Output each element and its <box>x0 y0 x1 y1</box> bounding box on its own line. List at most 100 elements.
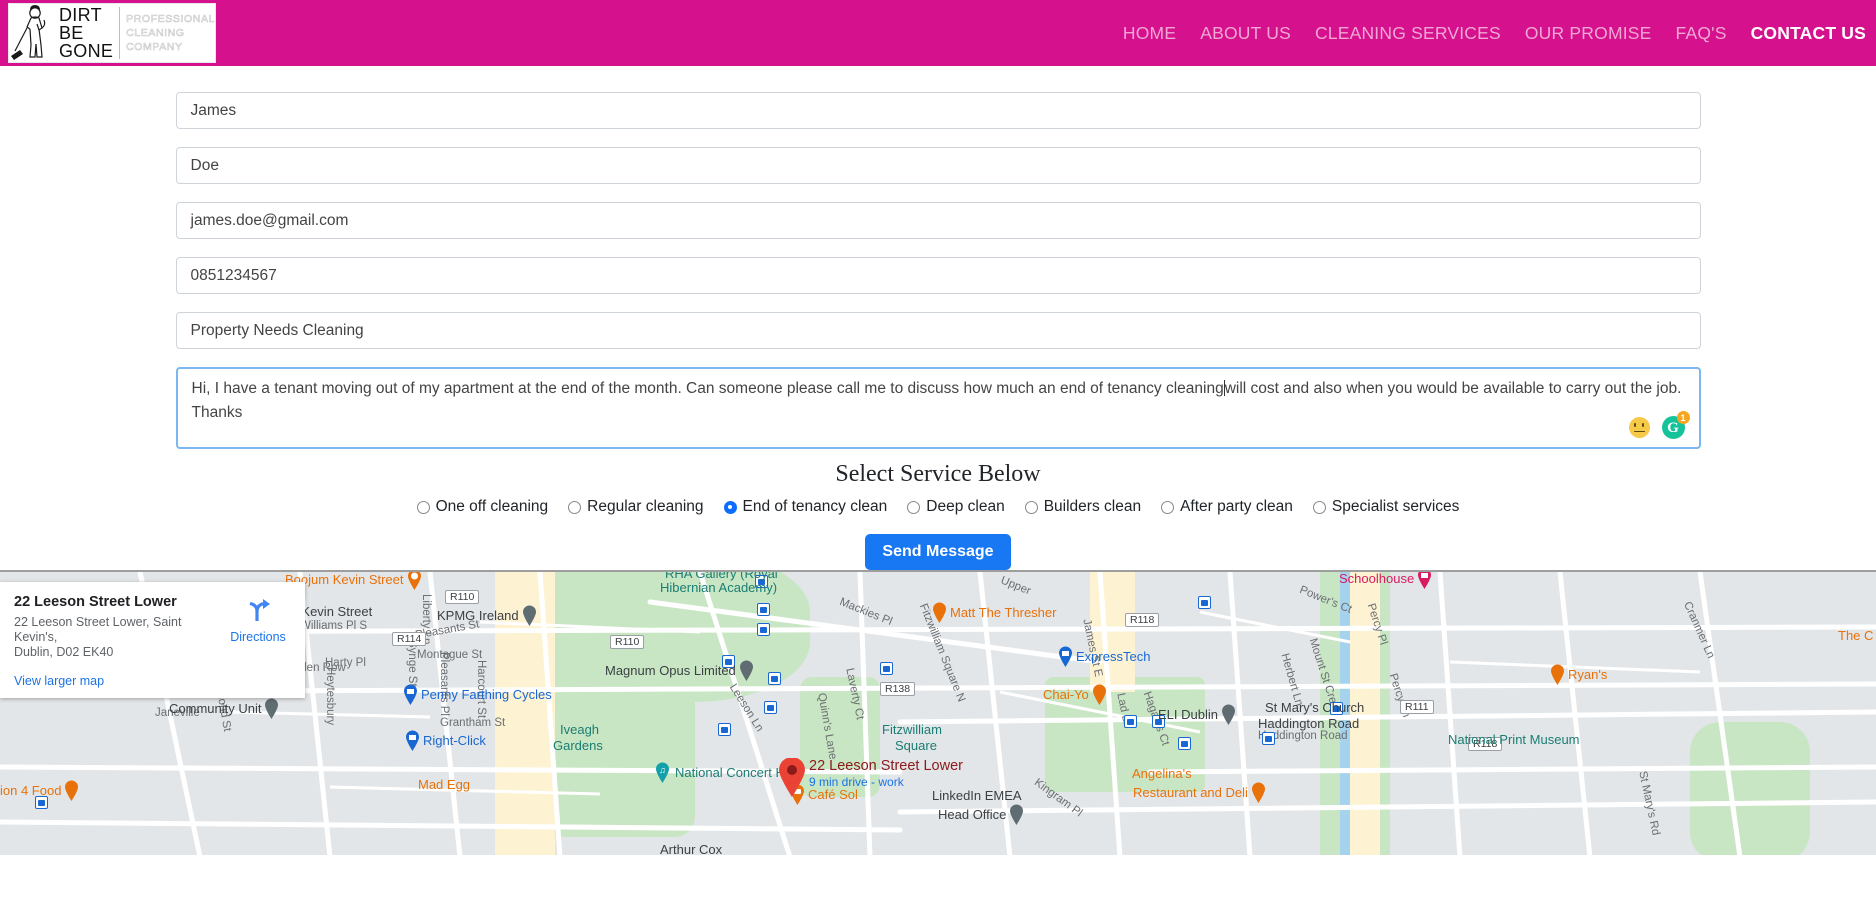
road-shield-r114: R114 <box>392 632 427 646</box>
road-shield-r111: R111 <box>1400 700 1434 714</box>
place-pin-icon <box>522 605 537 626</box>
bus-stop-icon <box>718 723 731 736</box>
service-option-one-off-cleaning[interactable]: One off cleaning <box>416 498 548 516</box>
nav-item-cleaning-services[interactable]: CLEANING SERVICES <box>1315 23 1501 44</box>
poi-national-print-museum[interactable]: National Print Museum <box>1448 732 1580 747</box>
service-label-end-of-tenancy-clean: End of tenancy clean <box>742 498 888 515</box>
poi-st-marys-church-line2[interactable]: Haddington Road <box>1258 716 1359 731</box>
poi-rha-gallery-line2[interactable]: Hibernian Academy) <box>660 580 777 595</box>
nav-item-faqs[interactable]: FAQ'S <box>1676 23 1727 44</box>
radio-regular-cleaning[interactable] <box>568 500 582 514</box>
nav-item-our-promise[interactable]: OUR PROMISE <box>1525 23 1652 44</box>
poi-label: Fitzwilliam <box>882 722 942 737</box>
service-option-deep-clean[interactable]: Deep clean <box>907 498 1005 516</box>
poi-fitzwilliam-square-line2[interactable]: Square <box>895 738 937 753</box>
service-option-after-party-clean[interactable]: After party clean <box>1161 498 1293 516</box>
poi-right-click[interactable]: Right-Click <box>405 730 486 751</box>
destination-subtitle: 9 min drive - work <box>809 775 904 789</box>
view-larger-map-link[interactable]: View larger map <box>14 674 225 688</box>
poi-label: Magnum Opus Limited <box>605 663 736 678</box>
service-option-specialist-services[interactable]: Specialist services <box>1312 498 1460 516</box>
logo-tagline-3: COMPANY <box>126 41 183 54</box>
service-label-regular-cleaning: Regular cleaning <box>587 498 704 515</box>
radio-builders-clean[interactable] <box>1024 500 1038 514</box>
radio-end-of-tenancy-clean[interactable] <box>723 500 737 514</box>
poi-boojum-kevin-street[interactable]: Boojum Kevin Street <box>285 572 422 590</box>
poi-the-c[interactable]: The C <box>1838 628 1873 643</box>
store-pin-icon <box>1058 646 1073 667</box>
poi-angelinas-line1[interactable]: Angelina's <box>1132 766 1192 781</box>
nav-item-contact-us[interactable]: CONTACT US <box>1751 23 1866 44</box>
first-name-input[interactable]: James <box>175 92 1701 129</box>
poi-national-concert-hall[interactable]: ♫ National Concert Hall <box>655 762 798 783</box>
poi-label: Angelina's <box>1132 766 1192 781</box>
bus-stop-icon <box>1198 596 1211 609</box>
nav-item-about-us[interactable]: ABOUT US <box>1200 23 1291 44</box>
poi-label: ExpressTech <box>1076 649 1151 664</box>
place-pin-icon <box>739 660 754 681</box>
service-option-end-of-tenancy-clean[interactable]: End of tenancy clean <box>723 498 888 516</box>
service-label-specialist-services: Specialist services <box>1331 498 1460 515</box>
poi-angelinas-line2[interactable]: Restaurant and Deli <box>1133 782 1266 803</box>
poi-st-marys-church-line1[interactable]: St Mary's Church <box>1265 700 1364 715</box>
destination-marker-label: 22 Leeson Street Lower 9 min drive - wor… <box>809 758 963 789</box>
poi-the-meath-line2[interactable]: Community Unit <box>169 698 279 719</box>
poi-matt-the-thresher[interactable]: Matt The Thresher <box>932 602 1056 623</box>
poi-label: Square <box>895 738 937 753</box>
street-williams-pl-s: Williams Pl S <box>300 620 368 632</box>
poi-penny-farthing-cycles[interactable]: Penny Farthing Cycles <box>403 684 552 705</box>
poi-label: Matt The Thresher <box>950 605 1057 620</box>
poi-expresstech[interactable]: ExpressTech <box>1058 646 1150 667</box>
poi-iveagh-gardens-line1[interactable]: Iveagh <box>560 722 599 737</box>
map-card-directions[interactable]: Directions <box>225 594 291 688</box>
poi-label: National Print Museum <box>1448 732 1580 747</box>
service-option-regular-cleaning[interactable]: Regular cleaning <box>568 498 704 516</box>
grammarly-widget[interactable]: G 1 <box>1661 411 1690 439</box>
radio-deep-clean[interactable] <box>907 500 921 514</box>
poi-label: Right-Click <box>423 733 486 748</box>
poi-kpmg-ireland[interactable]: KPMG Ireland <box>437 605 537 626</box>
poi-label: ion 4 Food <box>0 783 62 798</box>
destination-marker[interactable]: 22 Leeson Street Lower 9 min drive - wor… <box>778 758 963 798</box>
poi-ion-4-food[interactable]: ion 4 Food <box>0 780 79 801</box>
svg-text:♫: ♫ <box>659 765 666 775</box>
last-name-input[interactable]: Doe <box>175 147 1701 184</box>
map-card-info: 22 Leeson Street Lower 22 Leeson Street … <box>14 594 225 688</box>
poi-magnum-opus-limited[interactable]: Magnum Opus Limited <box>605 660 754 681</box>
poi-linkedin-emea-line2[interactable]: Head Office <box>938 804 1024 825</box>
radio-specialist-services[interactable] <box>1312 500 1326 514</box>
logo-wordmark: DIRT BE GONE <box>57 6 113 60</box>
street-synge-st: Synge St <box>406 640 418 687</box>
restaurant-pin-icon <box>1092 684 1107 705</box>
poi-fitzwilliam-square-line1[interactable]: Fitzwilliam <box>882 722 942 737</box>
message-textarea[interactable]: Hi, I have a tenant moving out of my apa… <box>175 367 1701 449</box>
poi-mad-egg[interactable]: Mad Egg <box>418 777 470 792</box>
submit-row: Send Message <box>0 534 1876 570</box>
bus-stop-icon <box>880 662 893 675</box>
bus-stop-icon <box>768 672 781 685</box>
poi-iveagh-gardens-line2[interactable]: Gardens <box>553 738 603 753</box>
bus-stop-icon <box>757 623 770 636</box>
subject-row: Property Needs Cleaning <box>0 312 1876 349</box>
street-grantham-st: Grantham St <box>440 717 506 729</box>
subject-input[interactable]: Property Needs Cleaning <box>175 312 1701 349</box>
phone-input[interactable]: 0851234567 <box>175 257 1701 294</box>
send-message-button[interactable]: Send Message <box>865 534 1011 570</box>
google-map[interactable]: 22 Leeson Street Lower 22 Leeson Street … <box>0 570 1876 855</box>
poi-chai-yo[interactable]: Chai-Yo <box>1043 684 1107 705</box>
email-input[interactable]: james.doe@gmail.com <box>175 202 1701 239</box>
logo-divider <box>119 7 121 59</box>
poi-eli-dublin[interactable]: ELI Dublin <box>1158 704 1236 725</box>
bar-pin-icon <box>1550 664 1565 685</box>
service-radio-group: One off cleaning Regular cleaning End of… <box>0 498 1876 516</box>
nav-item-home[interactable]: HOME <box>1123 23 1176 44</box>
poi-ryans[interactable]: Ryan's <box>1550 664 1607 685</box>
poi-schoolhouse[interactable]: Schoolhouse <box>1339 572 1432 589</box>
service-option-builders-clean[interactable]: Builders clean <box>1024 498 1141 516</box>
site-logo[interactable]: DIRT BE GONE PROFESSIONAL CLEANING COMPA… <box>8 3 216 63</box>
poi-label: Hibernian Academy) <box>660 580 778 595</box>
bus-stop-icon <box>757 603 770 616</box>
radio-after-party-clean[interactable] <box>1161 500 1175 514</box>
radio-one-off-cleaning[interactable] <box>416 500 430 514</box>
neutral-face-emoji-icon[interactable] <box>1628 417 1650 438</box>
